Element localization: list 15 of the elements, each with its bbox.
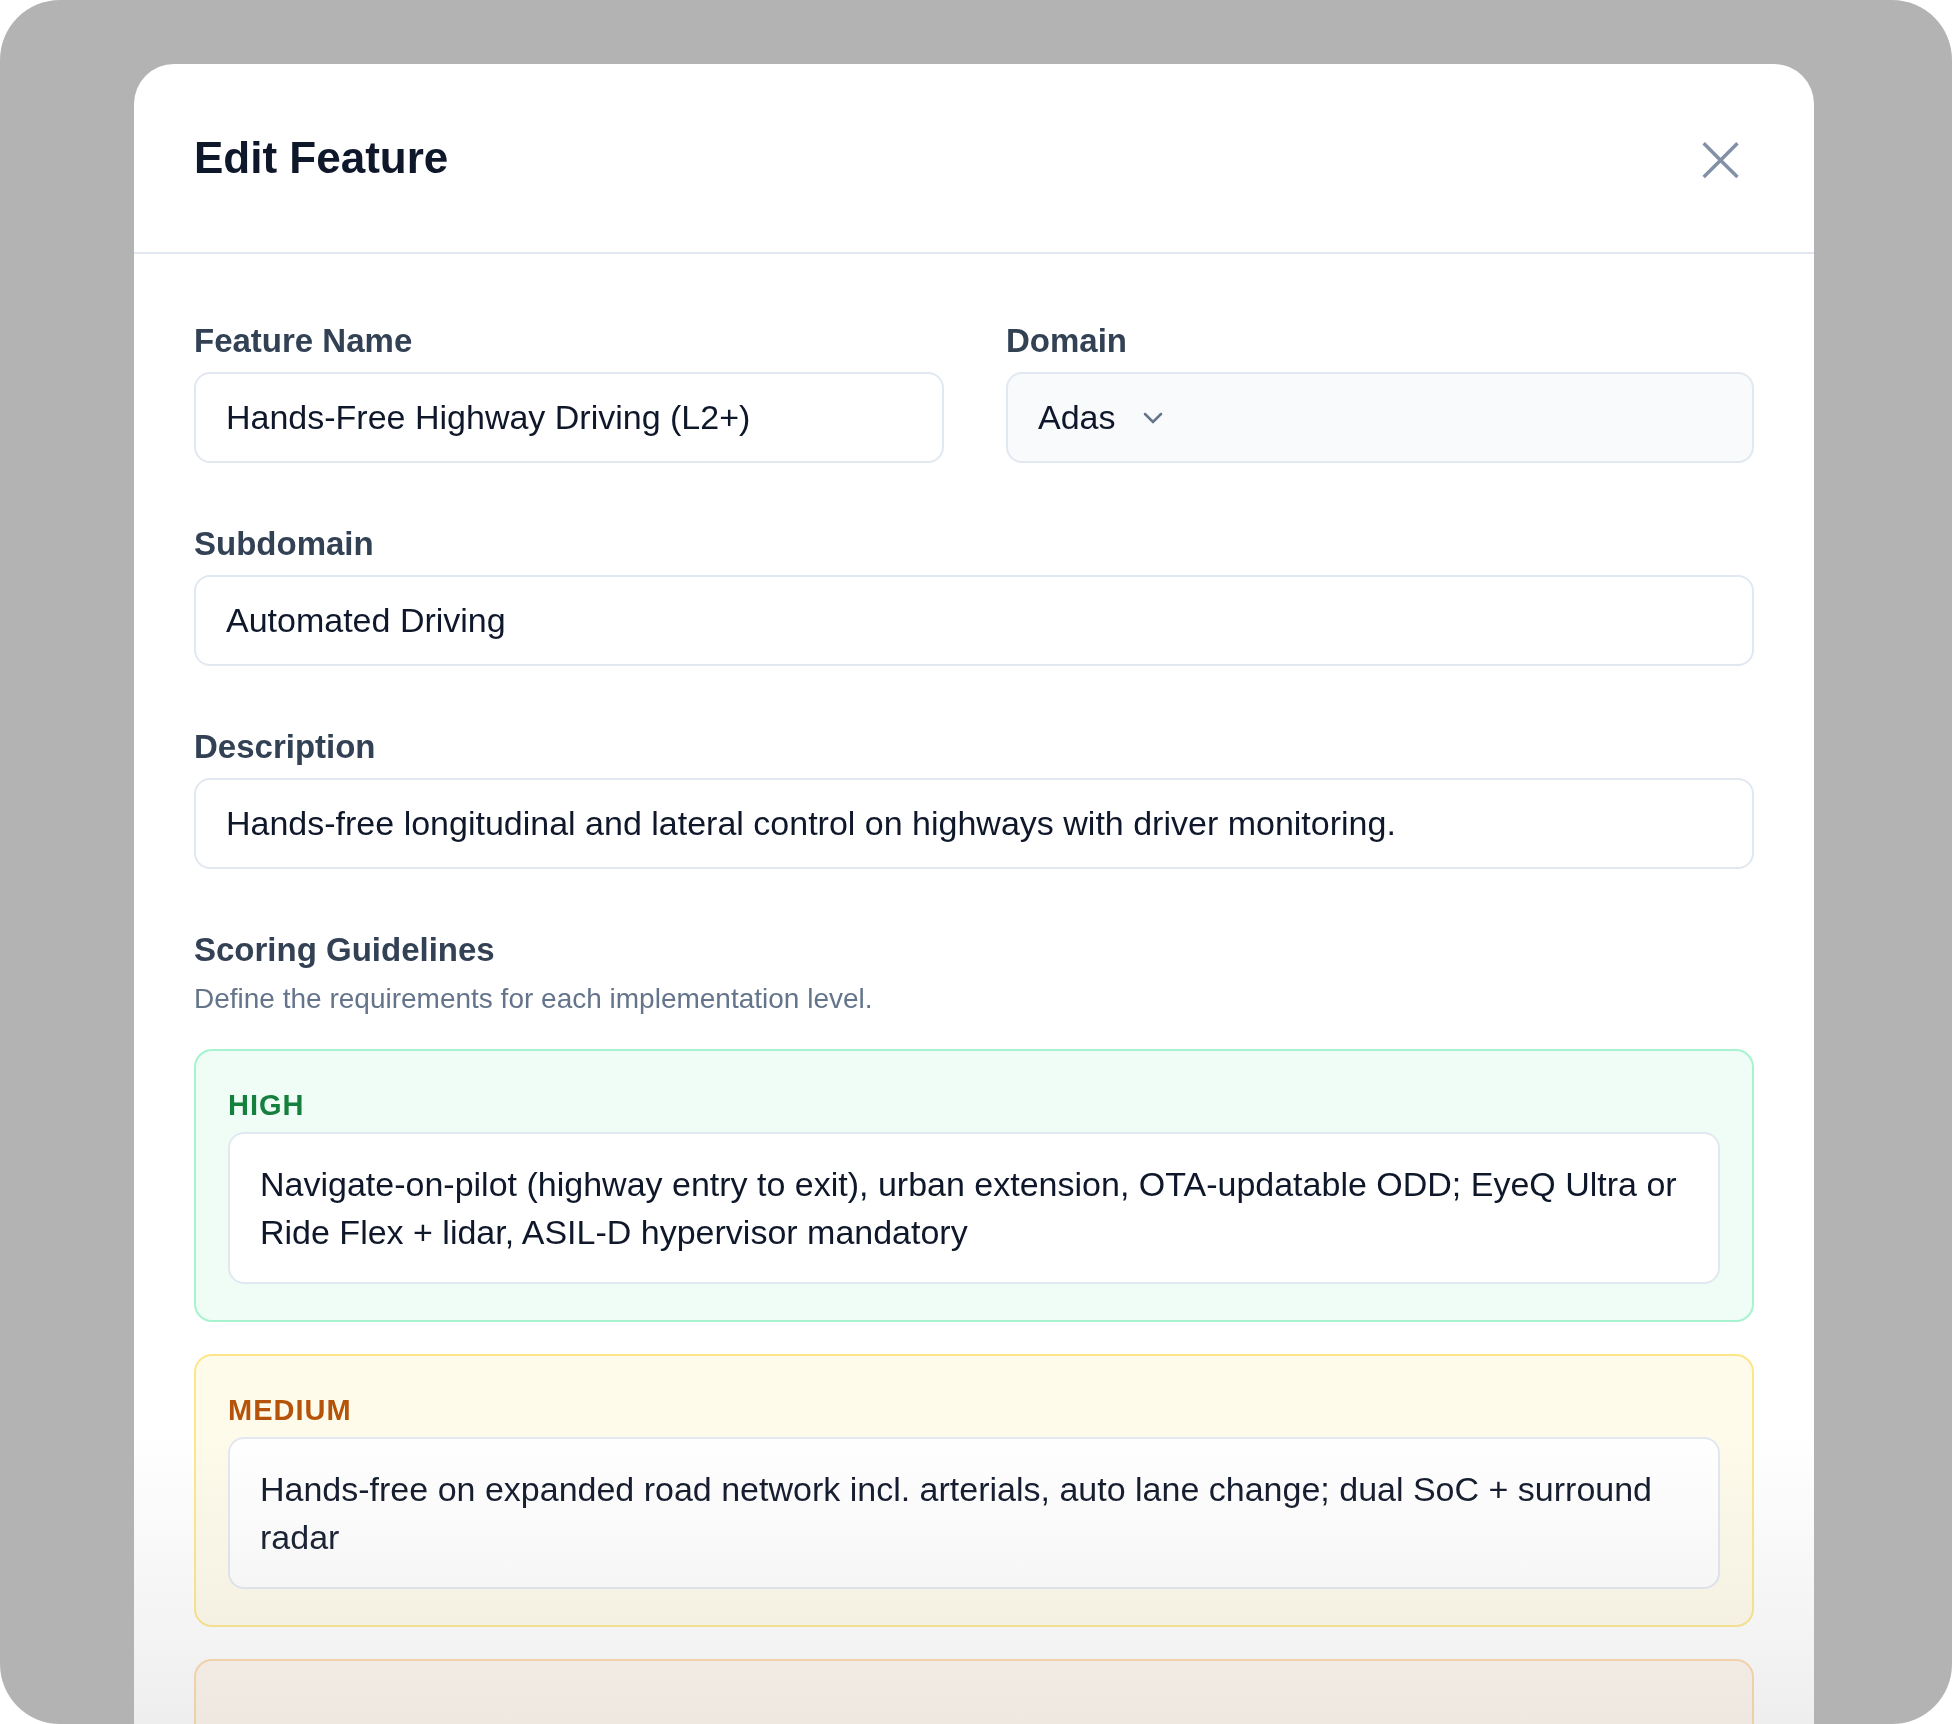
field-label: Description <box>194 728 376 766</box>
field-label: Feature Name <box>194 322 413 360</box>
requirements-field[interactable]: Navigate-on-pilot (highway entry to exit), urban extension, OTA-updatable ODD; EyeQ Ultra or Ride Flex + lidar, ASIL-D hypervisor mandatory <box>228 1132 1720 1284</box>
domain-dropdown[interactable]: Adas <box>1006 372 1754 463</box>
level-label: HIGH <box>228 1089 305 1122</box>
text-input-field[interactable]: Hands-Free Highway Driving (L2+) <box>194 372 944 463</box>
section-subtitle: Define the requirements for each implementation level. <box>194 983 873 1015</box>
field-label: Domain <box>1006 322 1127 360</box>
section-title: Scoring Guidelines <box>194 931 495 969</box>
requirements-field[interactable]: Hands-free on expanded road network incl. arterials, auto lane change; dual SoC + surround radar <box>228 1437 1720 1589</box>
level-label: MEDIUM <box>228 1394 352 1427</box>
text-input-field[interactable]: Hands-free longitudinal and lateral control on highways with driver monitoring. <box>194 778 1754 869</box>
text-input-field[interactable]: Automated Driving <box>194 575 1754 666</box>
dialog-title: Edit Feature <box>194 133 449 183</box>
field-label: Subdomain <box>194 525 374 563</box>
